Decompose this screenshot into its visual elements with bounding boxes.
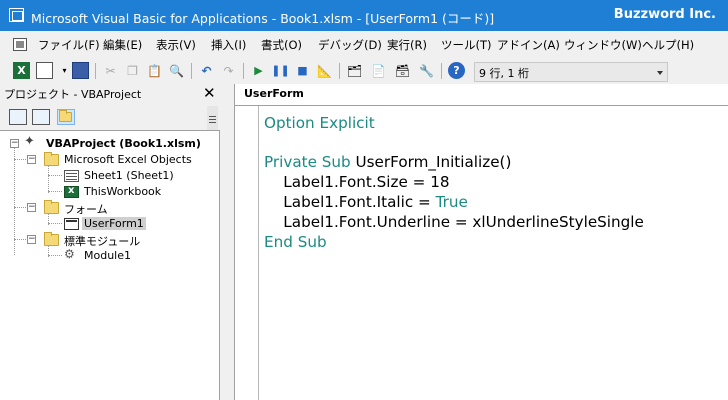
menu-view[interactable]: 表示(V) <box>156 37 196 53</box>
project-explorer-header: プロジェクト - VBAProject ✕ <box>0 84 220 104</box>
break-icon[interactable]: ❚❚ <box>271 62 289 79</box>
menu-tools[interactable]: ツール(T) <box>441 37 492 53</box>
toolbox-icon[interactable]: 🔧 <box>418 62 435 79</box>
folder-icon <box>44 152 59 166</box>
toolbar-separator <box>339 63 340 79</box>
tree-node-sheet1-label: Sheet1 (Sheet1) <box>84 169 174 182</box>
view-code-icon[interactable] <box>9 109 27 125</box>
project-explorer-title: プロジェクト - VBAProject <box>4 88 142 101</box>
window-menu-icon[interactable] <box>13 38 27 51</box>
code-line-3: Private Sub UserForm_Initialize() <box>264 153 511 171</box>
window-title: Microsoft Visual Basic for Applications … <box>31 11 495 26</box>
vba-project-icon <box>24 134 39 149</box>
collapse-icon[interactable]: − <box>10 139 19 148</box>
code-keyword: Private Sub <box>264 153 351 171</box>
code-text: Label1.Font.Italic = <box>264 193 436 211</box>
toolbar-options-icon[interactable] <box>657 71 663 75</box>
cursor-position-text: 9 行, 1 桁 <box>479 67 529 80</box>
project-explorer-toolbar <box>0 104 220 130</box>
toolbar-overflow-icon[interactable] <box>207 106 218 130</box>
toolbar-separator <box>95 63 96 79</box>
menu-bar: ファイル(F) 編集(E) 表示(V) 挿入(I) 書式(O) デバッグ(D) … <box>0 31 728 58</box>
toolbar-separator <box>243 63 244 79</box>
design-mode-icon[interactable]: 📐 <box>316 62 333 79</box>
project-tree: − VBAProject (Book1.xlsm) − Microsoft Ex… <box>0 130 220 400</box>
insert-dropdown-icon[interactable]: ▾ <box>56 62 73 79</box>
toggle-folders-icon[interactable] <box>57 109 75 125</box>
title-bar: Microsoft Visual Basic for Applications … <box>0 0 728 31</box>
menu-debug[interactable]: デバッグ(D) <box>318 37 382 53</box>
menu-insert[interactable]: 挿入(I) <box>211 37 246 53</box>
run-icon[interactable]: ▶ <box>250 62 267 79</box>
save-icon[interactable] <box>72 62 89 79</box>
brand-label: Buzzword Inc. <box>613 7 716 22</box>
close-icon[interactable]: ✕ <box>203 84 216 102</box>
project-explorer-icon[interactable]: 🗂 <box>346 62 363 79</box>
collapse-icon[interactable]: − <box>27 155 36 164</box>
paste-icon[interactable]: 📋 <box>146 62 163 79</box>
menu-file[interactable]: ファイル(F) <box>38 37 100 53</box>
object-dropdown[interactable]: UserForm <box>240 87 725 103</box>
redo-icon[interactable]: ↷ <box>220 62 237 79</box>
code-line-5: Label1.Font.Italic = True <box>264 193 468 211</box>
menu-help[interactable]: ヘルプ(H) <box>642 37 694 53</box>
insert-userform-icon[interactable] <box>36 62 53 79</box>
copy-icon[interactable]: ❐ <box>124 62 141 79</box>
code-text: UserForm_Initialize() <box>350 153 512 171</box>
worksheet-icon <box>64 170 79 182</box>
tree-node-thisworkbook-label: ThisWorkbook <box>84 185 162 198</box>
vba-app-icon <box>9 8 24 22</box>
tree-node-module1-label: Module1 <box>84 249 131 262</box>
code-editor[interactable]: Option Explicit Private Sub UserForm_Ini… <box>234 106 728 400</box>
tree-node-excel-objects-label: Microsoft Excel Objects <box>64 153 192 166</box>
collapse-icon[interactable]: − <box>27 235 36 244</box>
cursor-position-field: 9 行, 1 桁 <box>474 62 668 82</box>
code-line-4: Label1.Font.Size = 18 <box>264 173 450 191</box>
workbook-icon <box>64 185 79 198</box>
tree-node-forms-label: フォーム <box>64 203 108 216</box>
toolbar-separator <box>441 63 442 79</box>
tree-node-userform1-label: UserForm1 <box>82 217 146 230</box>
code-line-6: Label1.Font.Underline = xlUnderlineStyle… <box>264 213 644 231</box>
code-margin <box>235 106 259 400</box>
collapse-icon[interactable]: − <box>27 203 36 212</box>
userform-icon <box>64 218 79 230</box>
menu-addins[interactable]: アドイン(A) <box>497 37 560 53</box>
code-keyword: True <box>435 193 468 211</box>
help-icon[interactable]: ? <box>448 62 465 79</box>
excel-icon[interactable]: X <box>13 62 30 79</box>
folder-icon <box>44 200 59 214</box>
code-line-7: End Sub <box>264 233 327 251</box>
tree-node-project-label: VBAProject (Book1.xlsm) <box>46 137 201 150</box>
pane-splitter[interactable] <box>220 84 234 400</box>
menu-edit[interactable]: 編集(E) <box>103 37 142 53</box>
code-line-1: Option Explicit <box>264 114 375 132</box>
menu-window[interactable]: ウィンドウ(W) <box>564 37 642 53</box>
toolbar-separator <box>191 63 192 79</box>
standard-toolbar: X ▾ ✂ ❐ 📋 🔍 ↶ ↷ ▶ ❚❚ ■ 📐 🗂 📄 🗃 🔧 ? 9 行, … <box>0 58 728 84</box>
code-window-header: UserForm <box>234 84 728 106</box>
menu-format[interactable]: 書式(O) <box>261 37 302 53</box>
tree-node-modules-label: 標準モジュール <box>64 235 141 248</box>
object-browser-icon[interactable]: 🗃 <box>394 62 411 79</box>
properties-icon[interactable]: 📄 <box>370 62 387 79</box>
undo-icon[interactable]: ↶ <box>198 62 215 79</box>
module-icon <box>64 247 79 262</box>
menu-run[interactable]: 実行(R) <box>387 37 427 53</box>
cut-icon[interactable]: ✂ <box>102 62 119 79</box>
folder-icon <box>44 232 59 246</box>
find-icon[interactable]: 🔍 <box>168 62 185 79</box>
reset-icon[interactable]: ■ <box>294 62 311 79</box>
view-object-icon[interactable] <box>32 109 50 125</box>
